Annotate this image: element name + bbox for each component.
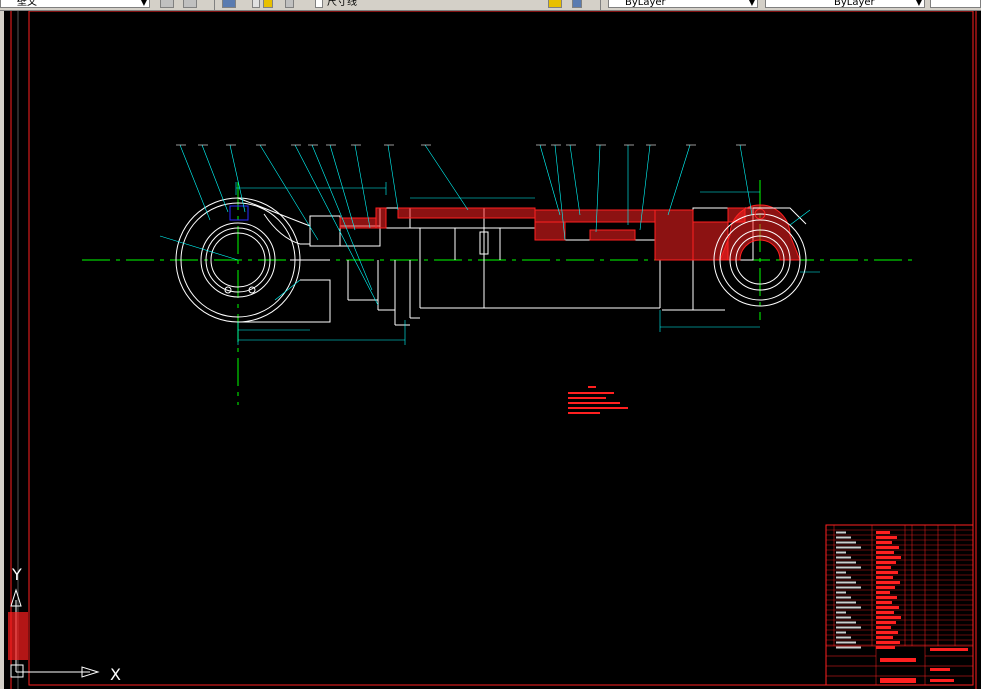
chevron-down-icon[interactable]: ▼ (141, 0, 147, 7)
color-combo-value: ByLayer (625, 0, 666, 8)
parts-row-fill (876, 531, 890, 534)
parts-row-name (836, 576, 851, 579)
parts-row-name (836, 541, 856, 544)
parts-row-name (836, 581, 856, 584)
parts-row-fill (876, 541, 892, 544)
linetype-combo[interactable]: ByLayer ▼ (765, 0, 925, 8)
parts-row-fill (876, 566, 891, 569)
parts-row-name (836, 591, 846, 594)
parts-row-fill (876, 561, 896, 564)
toolbar-separator (214, 0, 215, 10)
parts-row-fill (876, 626, 891, 629)
parts-row-name (836, 646, 861, 649)
sun-icon[interactable] (263, 0, 273, 8)
parts-row-fill (876, 546, 899, 549)
drawing-toolbar: 壁文 ▼ 尺寸线 ByLayer ▼ ByLayer ▼ (0, 0, 981, 11)
parts-row-fill (876, 646, 895, 649)
parts-row-name (836, 566, 861, 569)
parts-row-name (836, 551, 846, 554)
match-properties-icon[interactable] (548, 0, 562, 8)
parts-row-fill (876, 586, 895, 589)
chevron-down-icon[interactable]: ▼ (916, 0, 922, 7)
parts-row-fill (876, 641, 900, 644)
parts-row-name (836, 601, 856, 604)
parts-row-fill (876, 636, 893, 639)
parts-row-name (836, 531, 846, 534)
parts-row-name (836, 606, 861, 609)
technical-notes (568, 386, 628, 414)
parts-row-fill (876, 621, 896, 624)
parts-row-fill (876, 576, 893, 579)
layer-previous-icon[interactable] (572, 0, 582, 8)
parts-row-name (836, 596, 851, 599)
ucs-x-label: X (110, 665, 121, 684)
parts-row-name (836, 621, 856, 624)
parts-row-fill (876, 606, 899, 609)
light-bulb-icon[interactable] (252, 0, 260, 8)
parts-row-fill (876, 631, 898, 634)
parts-row-name (836, 641, 856, 644)
drawing-canvas[interactable]: Y X (0, 11, 981, 689)
lineweight-combo[interactable] (930, 0, 981, 8)
parts-row-name (836, 626, 861, 629)
parts-row-fill (876, 551, 894, 554)
parts-row-name (836, 546, 861, 549)
parts-row-fill (876, 596, 897, 599)
parts-row-fill (876, 536, 897, 539)
ucs-icon: Y X (8, 565, 121, 684)
parts-row-fill (876, 601, 892, 604)
parts-row-name (836, 636, 851, 639)
left-clevis-eye (175, 197, 331, 323)
text-style-combo[interactable]: 壁文 ▼ (0, 0, 150, 8)
title-block (825, 524, 974, 686)
toolbar-separator (600, 0, 601, 10)
text-style-value: 壁文 (17, 0, 37, 8)
parts-row-name (836, 586, 861, 589)
parts-row-name (836, 611, 846, 614)
print-icon[interactable] (183, 0, 197, 8)
parts-list-rows (826, 529, 973, 649)
parts-row-name (836, 536, 851, 539)
parts-row-fill (876, 611, 894, 614)
parts-row-fill (876, 581, 900, 584)
ucs-y-label: Y (11, 565, 22, 584)
parts-row-name (836, 631, 846, 634)
save-icon[interactable] (160, 0, 174, 8)
drawing-frame (10, 11, 977, 689)
parts-row-name (836, 616, 851, 619)
chevron-down-icon[interactable]: ▼ (749, 0, 755, 7)
parts-row-fill (876, 616, 901, 619)
parts-row-name (836, 556, 851, 559)
parts-row-fill (876, 591, 890, 594)
parts-row-fill (876, 571, 898, 574)
current-layer-label[interactable]: 尺寸线 (327, 0, 527, 9)
layer-manager-icon[interactable] (222, 0, 236, 8)
linetype-combo-value: ByLayer (834, 0, 875, 8)
parts-row-fill (876, 556, 901, 559)
parts-row-name (836, 571, 846, 574)
inner-border (28, 11, 974, 686)
lock-icon[interactable] (285, 0, 294, 8)
layer-color-icon[interactable] (315, 0, 323, 8)
parts-row-name (836, 561, 856, 564)
color-combo[interactable]: ByLayer ▼ (608, 0, 758, 8)
